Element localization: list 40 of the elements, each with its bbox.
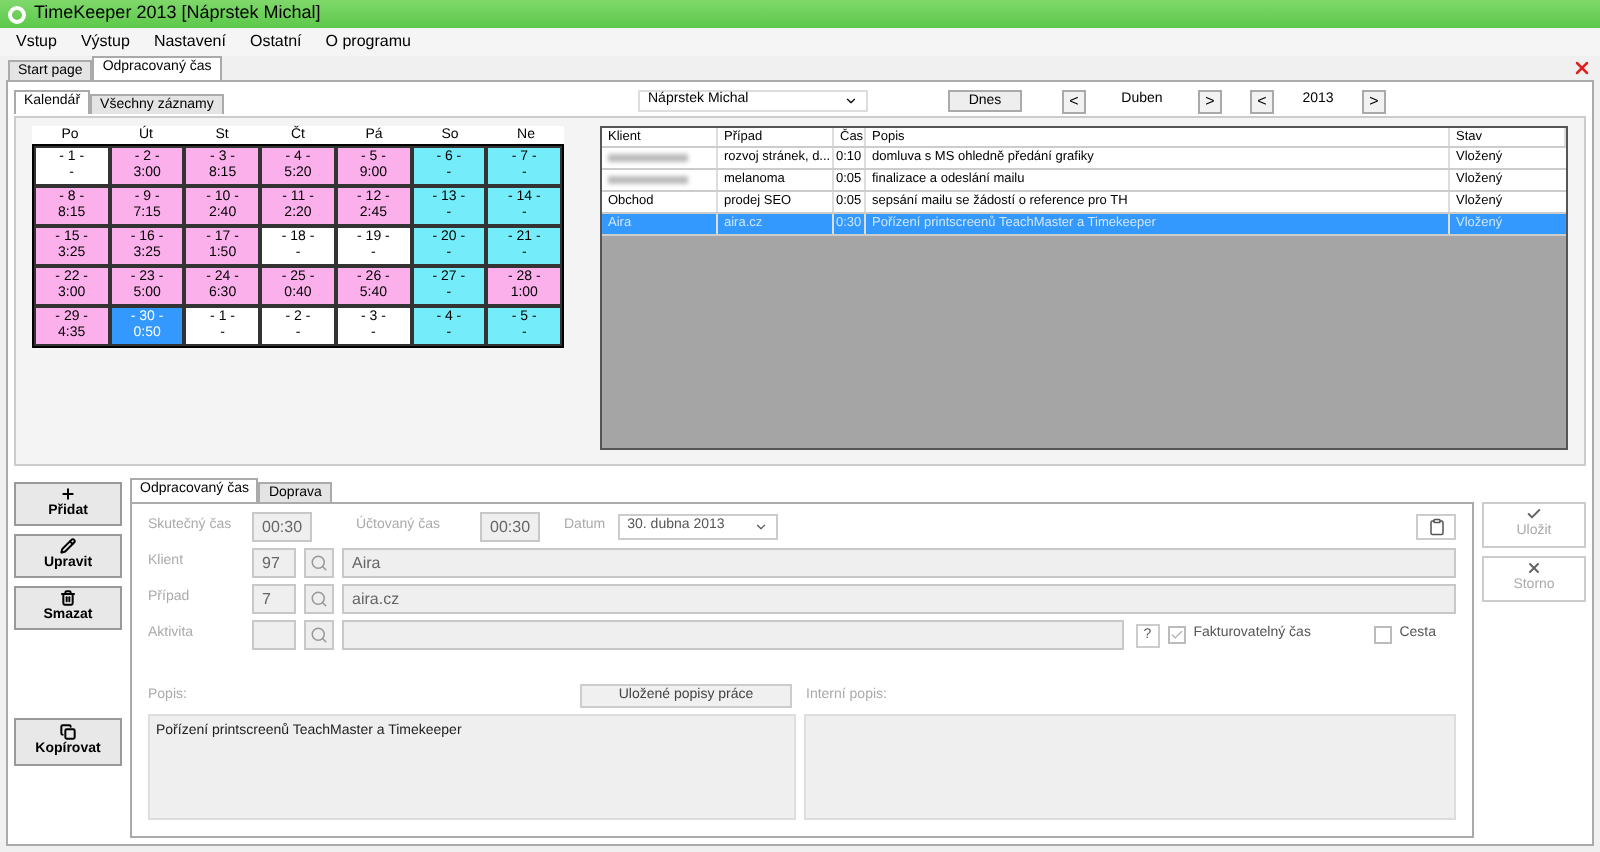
activity-id-field[interactable] <box>252 620 296 650</box>
next-year-button[interactable]: > <box>1362 89 1386 113</box>
menu-item[interactable]: Ostatní <box>249 30 302 54</box>
app-icon <box>8 5 26 23</box>
menu-item[interactable]: O programu <box>325 30 411 54</box>
search-icon <box>310 554 328 572</box>
menu-item[interactable]: Nastavení <box>153 30 226 54</box>
search-icon <box>310 590 328 608</box>
internal-description-field[interactable] <box>804 714 1456 820</box>
action-icon <box>60 589 76 606</box>
check-icon <box>1169 628 1184 642</box>
billed-time-field[interactable]: 00:30 <box>480 512 540 542</box>
actual-time-field[interactable]: 00:30 <box>252 512 312 542</box>
search-button[interactable] <box>304 584 334 614</box>
close-icon[interactable] <box>1572 58 1592 78</box>
menu-item[interactable]: Výstup <box>80 30 130 54</box>
calendar-dropdown-icon <box>753 520 768 534</box>
close-icon <box>1526 560 1542 577</box>
window-title: TimeKeeper 2013 [Náprstek Michal] <box>34 0 321 27</box>
action-icon <box>60 537 76 554</box>
client-name-field[interactable]: Aira <box>342 548 1456 578</box>
previous-year-button[interactable]: < <box>1250 89 1274 113</box>
paste-button[interactable] <box>1416 514 1456 540</box>
billable-checkbox[interactable] <box>1167 626 1186 644</box>
case-name-field[interactable]: aira.cz <box>342 584 1456 614</box>
action-icon <box>60 485 76 502</box>
previous-month-button[interactable]: < <box>1062 89 1086 113</box>
search-icon <box>310 626 328 644</box>
search-button[interactable] <box>304 548 334 578</box>
menu-item[interactable]: Vstup <box>16 30 57 54</box>
copy-icon <box>60 723 76 740</box>
search-button[interactable] <box>304 620 334 650</box>
check-icon <box>1526 506 1542 523</box>
activity-field[interactable] <box>342 620 1124 650</box>
next-month-button[interactable]: > <box>1198 89 1222 113</box>
caret-icon <box>844 94 858 108</box>
clipboard-icon <box>1427 518 1445 536</box>
trip-checkbox[interactable] <box>1373 626 1392 644</box>
case-id-field[interactable]: 7 <box>252 584 296 614</box>
client-id-field[interactable]: 97 <box>252 548 296 578</box>
